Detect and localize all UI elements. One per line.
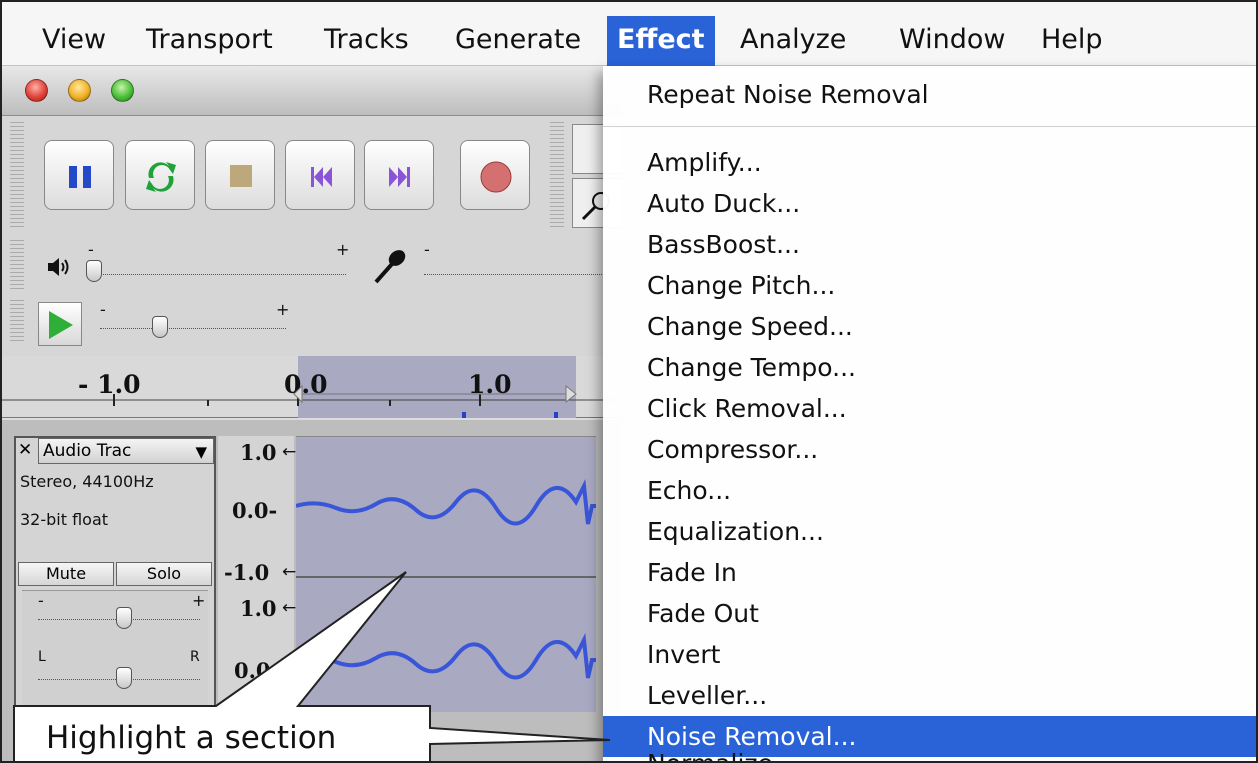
scale-top-1: 1.0 — [240, 440, 277, 465]
toolbar-grip[interactable] — [10, 122, 24, 230]
scale-bottom-1: -1.0 — [224, 560, 270, 585]
pan-left-label: L — [38, 649, 46, 665]
track-bitdepth: 32-bit float — [20, 510, 109, 529]
skip-to-start-button[interactable] — [285, 140, 355, 210]
callout-text: Highlight a section — [46, 720, 337, 756]
menu-item-invert[interactable]: Invert — [603, 634, 1256, 675]
playback-volume-minus: - — [88, 240, 94, 259]
scale-mid-1: 0.0- — [232, 498, 278, 523]
window-titlebar — [2, 66, 622, 116]
menu-item-change-speed[interactable]: Change Speed... — [603, 306, 1256, 347]
speaker-icon — [46, 254, 74, 280]
playback-volume-plus: + — [336, 240, 350, 259]
speed-minus: - — [100, 300, 106, 319]
menu-item-fade-out[interactable]: Fade Out — [603, 593, 1256, 634]
pause-button[interactable] — [44, 140, 114, 210]
menu-item-repeat-noise-removal[interactable]: Repeat Noise Removal — [603, 74, 1256, 115]
mute-button[interactable]: Mute — [18, 562, 114, 586]
recording-volume-minus: - — [424, 240, 430, 259]
skip-to-end-button[interactable] — [364, 140, 434, 210]
dropdown-arrow-icon: ▼ — [195, 443, 207, 461]
close-window-button[interactable] — [25, 79, 48, 102]
menu-item-change-pitch[interactable]: Change Pitch... — [603, 265, 1256, 306]
menu-separator — [603, 126, 1256, 127]
track-name-label: Audio Trac — [43, 441, 132, 461]
menu-item-leveller[interactable]: Leveller... — [603, 675, 1256, 716]
menu-effect[interactable]: Effect — [607, 16, 715, 66]
gain-thumb[interactable] — [116, 607, 132, 629]
track-name-menu[interactable]: Audio Trac ▼ — [38, 438, 214, 464]
play-at-speed-button[interactable] — [38, 302, 82, 346]
menu-tracks[interactable]: Tracks — [314, 16, 419, 64]
speed-thumb[interactable] — [152, 316, 168, 338]
scale-arrow-top-2: ← — [282, 598, 297, 618]
speed-plus: + — [276, 300, 290, 319]
menu-transport[interactable]: Transport — [136, 16, 283, 64]
track-control-panel: ✕ Audio Trac ▼ Stereo, 44100Hz 32-bit fl… — [14, 436, 216, 712]
solo-button[interactable]: Solo — [116, 562, 212, 586]
toolbar-grip-2[interactable] — [550, 122, 564, 230]
menu-item-click-removal[interactable]: Click Removal... — [603, 388, 1256, 429]
speed-track[interactable] — [100, 328, 286, 330]
gain-pan-area: - + L R — [22, 590, 208, 708]
waveform-graphic — [296, 436, 596, 680]
speed-grip[interactable] — [10, 300, 24, 344]
pan-thumb[interactable] — [116, 667, 132, 689]
stop-button[interactable] — [205, 140, 275, 210]
menu-item-amplify[interactable]: Amplify... — [603, 142, 1256, 183]
minimize-window-button[interactable] — [68, 79, 91, 102]
menu-item-echo[interactable]: Echo... — [603, 470, 1256, 511]
recording-volume-track[interactable] — [424, 274, 604, 276]
menu-view[interactable]: View — [32, 16, 116, 64]
scale-top-2: 1.0 — [240, 596, 277, 621]
vertical-scale: 1.0 ← 0.0- -1.0 ← 1.0 ← 0.0 — [218, 436, 297, 712]
menu-item-fade-in[interactable]: Fade In — [603, 552, 1256, 593]
gain-minus: - — [38, 591, 44, 610]
scale-arrow-bottom-1: ← — [282, 562, 297, 582]
menu-generate[interactable]: Generate — [445, 16, 591, 64]
audacity-screenshot: View Transport Tracks Generate Effect An… — [0, 0, 1258, 763]
ruler-ticks — [2, 384, 622, 418]
record-button[interactable] — [460, 140, 530, 210]
menu-item-change-tempo[interactable]: Change Tempo... — [603, 347, 1256, 388]
transport-toolbar: - + - - + — [2, 116, 622, 356]
track-format: Stereo, 44100Hz — [20, 472, 154, 491]
menu-help[interactable]: Help — [1031, 16, 1113, 64]
waveform-view[interactable] — [296, 436, 596, 712]
pan-right-label: R — [190, 649, 200, 665]
menu-item-auto-duck[interactable]: Auto Duck... — [603, 183, 1256, 224]
menu-analyze[interactable]: Analyze — [730, 16, 856, 64]
zoom-window-button[interactable] — [111, 79, 134, 102]
timeline-ruler[interactable]: - 1.0 0.0 1.0 — [2, 356, 622, 418]
track-area: ✕ Audio Trac ▼ Stereo, 44100Hz 32-bit fl… — [2, 420, 622, 761]
menu-item-normalize[interactable]: Normalize — [603, 743, 1256, 761]
effect-menu: Repeat Noise Removal Amplify... Auto Duc… — [603, 66, 1256, 761]
menubar: View Transport Tracks Generate Effect An… — [2, 2, 1256, 66]
loop-play-button[interactable] — [125, 140, 195, 210]
menu-item-bassboost[interactable]: BassBoost... — [603, 224, 1256, 265]
gain-plus: + — [192, 591, 206, 610]
playback-volume-track[interactable] — [88, 274, 346, 276]
microphone-icon — [370, 246, 410, 286]
scale-mid-2: 0.0 — [234, 658, 271, 683]
close-track-icon[interactable]: ✕ — [18, 440, 36, 462]
menu-item-compressor[interactable]: Compressor... — [603, 429, 1256, 470]
menu-item-equalization[interactable]: Equalization... — [603, 511, 1256, 552]
meter-grip[interactable] — [10, 240, 24, 290]
menu-window[interactable]: Window — [889, 16, 1015, 64]
scale-arrow-top-1: ← — [282, 442, 297, 462]
play-icon — [49, 311, 73, 339]
playback-volume-thumb[interactable] — [86, 260, 102, 282]
